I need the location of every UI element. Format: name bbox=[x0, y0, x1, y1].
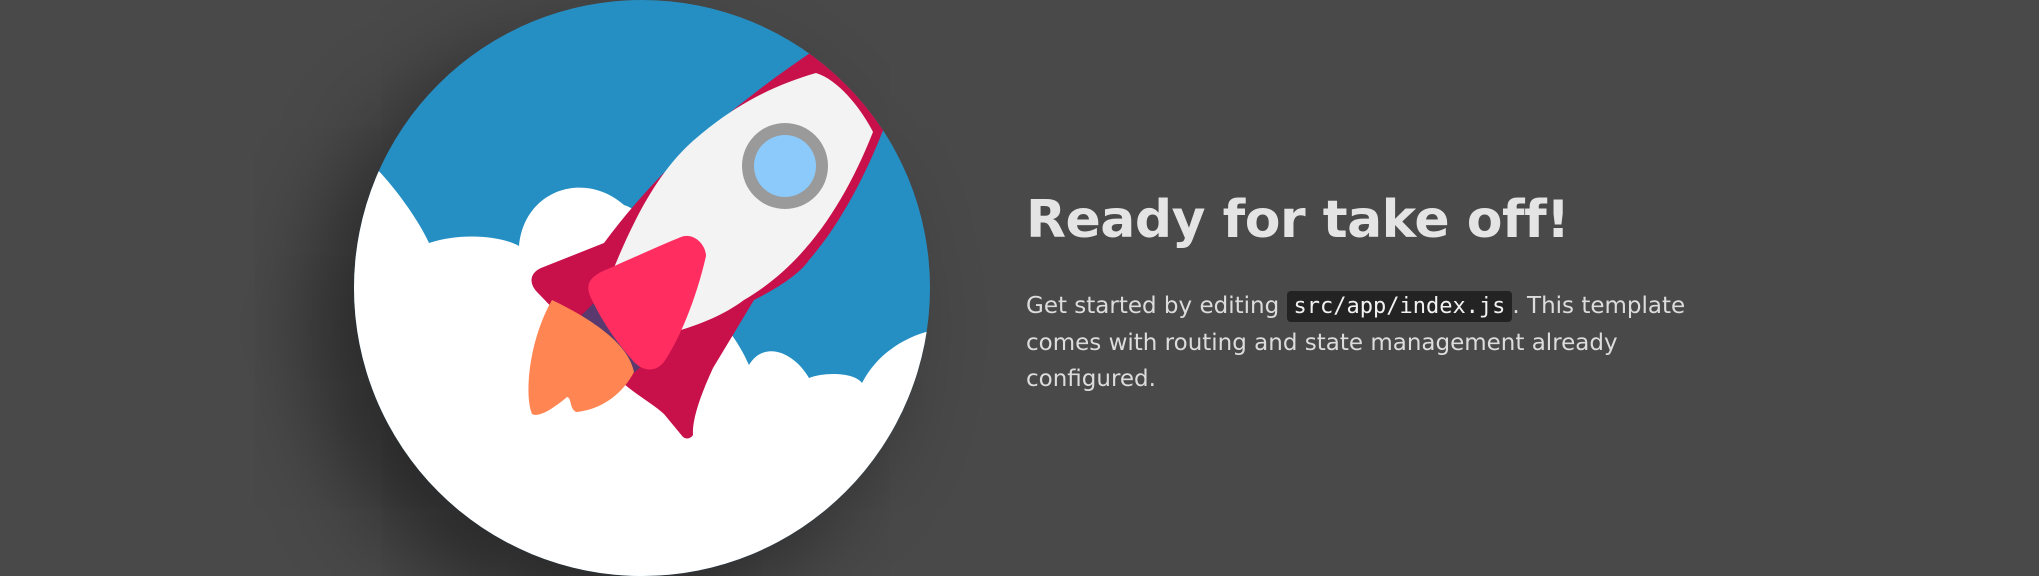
hero-description: Get started by editing src/app/index.js.… bbox=[1026, 288, 1746, 397]
hero-content: Ready for take off! Get started by editi… bbox=[1026, 188, 1746, 397]
rocket-illustration-svg bbox=[354, 0, 930, 576]
hero-headline: Ready for take off! bbox=[1026, 190, 1570, 250]
description-prefix: Get started by editing bbox=[1026, 293, 1287, 319]
hero-section: Ready for take off! Get started by editi… bbox=[0, 0, 2039, 576]
window-glass bbox=[754, 135, 816, 197]
code-path: src/app/index.js bbox=[1286, 291, 1513, 322]
rocket-illustration bbox=[354, 0, 930, 576]
